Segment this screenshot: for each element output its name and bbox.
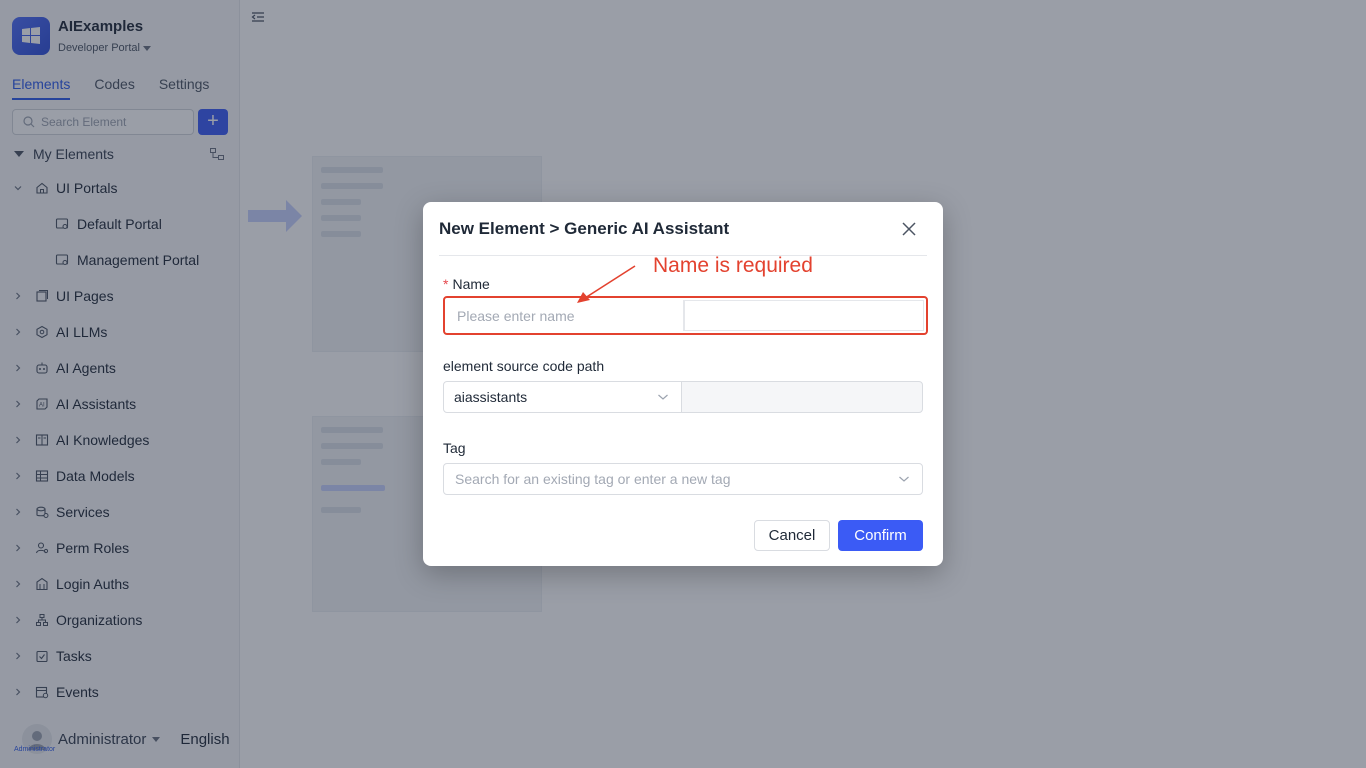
source-path-select[interactable]: aiassistants — [443, 381, 682, 413]
name-label-text: Name — [452, 276, 490, 292]
source-path-value: aiassistants — [454, 389, 528, 405]
tag-label: Tag — [443, 440, 466, 456]
name-field-error-highlight — [443, 296, 928, 335]
name-suffix-input[interactable] — [684, 300, 924, 331]
chevron-down-icon — [899, 476, 909, 482]
tag-select[interactable] — [443, 463, 923, 495]
close-icon[interactable] — [901, 221, 917, 237]
source-path-suffix-input[interactable] — [681, 381, 923, 413]
chevron-down-icon — [658, 394, 668, 400]
cancel-button[interactable]: Cancel — [754, 520, 830, 551]
annotation-text: Name is required — [653, 254, 813, 277]
required-mark: * — [443, 276, 449, 292]
name-label: * Name — [443, 276, 490, 292]
name-input[interactable] — [447, 300, 684, 331]
new-element-dialog: New Element > Generic AI Assistant * Name… — [423, 202, 943, 566]
tag-input[interactable] — [455, 471, 875, 487]
path-label: element source code path — [443, 358, 605, 374]
confirm-button[interactable]: Confirm — [838, 520, 923, 551]
annotation-arrow-icon — [577, 265, 636, 303]
dialog-title: New Element > Generic AI Assistant — [439, 219, 730, 238]
